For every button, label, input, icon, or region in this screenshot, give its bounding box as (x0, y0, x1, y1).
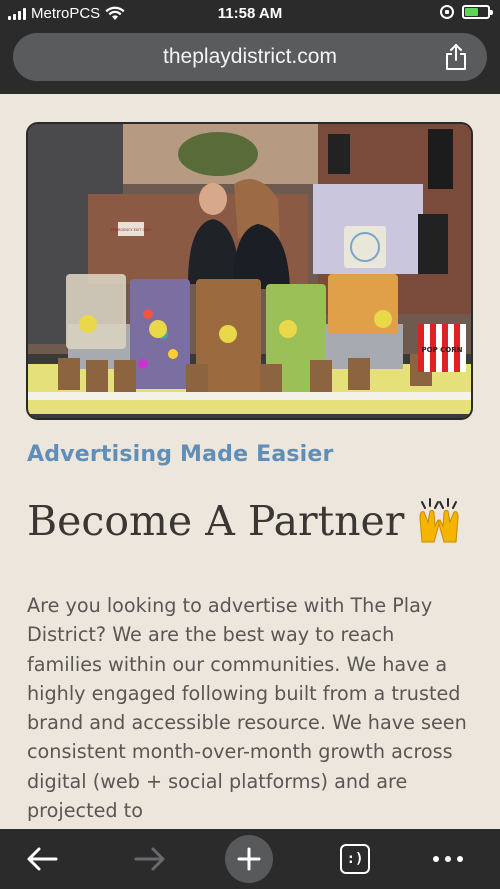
body-paragraph: Are you looking to advertise with The Pl… (27, 594, 467, 823)
rotation-lock-icon (440, 5, 454, 19)
arrow-left-icon (27, 847, 58, 871)
tabs-button[interactable]: :) (337, 829, 373, 889)
new-tab-button[interactable] (225, 829, 273, 889)
raising-hands-icon (419, 498, 459, 543)
tabs-icon: :) (340, 844, 370, 874)
browser-address-area: theplaydistrict.com (0, 28, 500, 94)
arrow-right-icon (134, 847, 165, 871)
page-title-text: Become A Partner (27, 497, 405, 545)
url-text[interactable]: theplaydistrict.com (13, 45, 487, 69)
clock: 11:58 AM (217, 5, 283, 22)
page-title: Become A Partner (27, 496, 487, 546)
browser-toolbar: :) (0, 829, 500, 889)
svg-text:EMERGENCY EXIT ONLY: EMERGENCY EXIT ONLY (111, 228, 153, 232)
plus-icon (225, 835, 273, 883)
more-icon (433, 856, 463, 862)
address-bar[interactable]: theplaydistrict.com (13, 33, 487, 81)
forward-button[interactable] (128, 829, 172, 889)
svg-text:POP CORN: POP CORN (422, 346, 463, 354)
status-bar: MetroPCS 11:58 AM (0, 0, 500, 28)
popcorn-box: POP CORN (418, 324, 466, 372)
hero-photo: EMERGENCY EXIT ONLY POP CORN (26, 122, 473, 420)
back-button[interactable] (20, 829, 64, 889)
share-icon[interactable] (443, 43, 469, 71)
section-eyebrow: Advertising Made Easier (27, 442, 334, 467)
page-content: EMERGENCY EXIT ONLY POP CORN Advertising… (0, 94, 500, 829)
status-right (440, 5, 493, 19)
battery-icon (462, 5, 493, 19)
menu-button[interactable] (428, 829, 468, 889)
